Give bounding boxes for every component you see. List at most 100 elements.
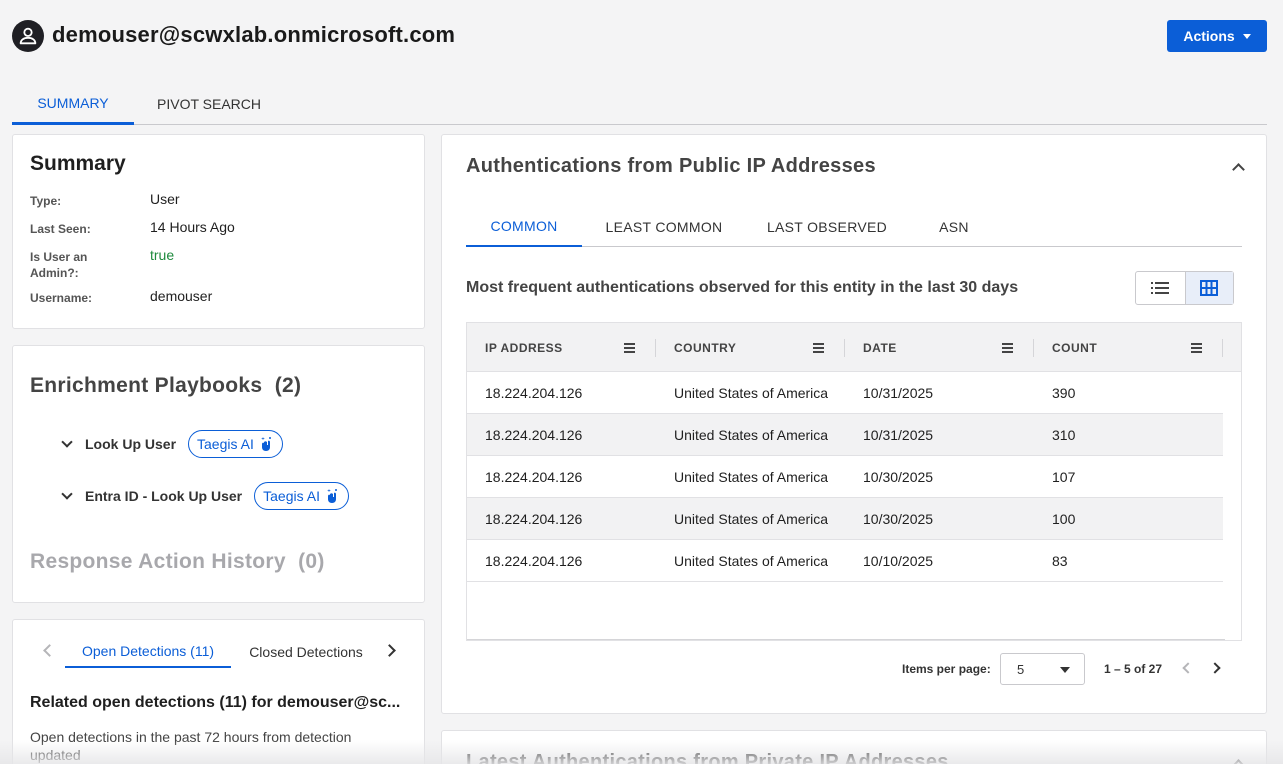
cell-date: 10/30/2025 <box>863 469 934 485</box>
actions-button[interactable]: Actions <box>1167 20 1267 52</box>
enrichment-count: (2) <box>274 374 302 397</box>
playbook-row[interactable]: Look Up User Taegis AI <box>61 430 283 458</box>
last-seen-label: Last Seen: <box>30 222 91 236</box>
caret-down-icon <box>1242 33 1251 39</box>
auth-tabs: COMMON LEAST COMMON LAST OBSERVED ASN <box>466 207 1242 247</box>
is-admin-value: true <box>150 247 175 263</box>
detections-description: Open detections in the past 72 hours fro… <box>30 729 352 763</box>
chevron-up-icon[interactable] <box>1232 163 1245 176</box>
tab-least-common[interactable]: LEAST COMMON <box>590 207 738 247</box>
taegis-ai-badge[interactable]: Taegis AI <box>254 482 349 510</box>
chevron-right-icon[interactable] <box>383 644 396 657</box>
summary-title: Summary <box>30 152 126 175</box>
column-menu-icon[interactable] <box>1191 343 1202 355</box>
public-auth-card: Authentications from Public IP Addresses… <box>441 134 1267 714</box>
cell-ip: 18.224.204.126 <box>485 553 583 569</box>
items-per-page-value: 5 <box>1017 661 1025 677</box>
tab-summary[interactable]: SUMMARY <box>12 84 134 125</box>
playbook-name: Entra ID - Look Up User <box>85 488 243 504</box>
cell-date: 10/31/2025 <box>863 385 934 401</box>
response-history-count: (0) <box>298 550 325 573</box>
summary-card: Summary Type: User Last Seen: 14 Hours A… <box>12 134 425 329</box>
auth-table: IP ADDRESS COUNTRY DATE COUNT 18.224.204… <box>466 322 1242 641</box>
taegis-ai-badge[interactable]: Taegis AI <box>188 430 283 458</box>
cell-date: 10/30/2025 <box>863 511 934 527</box>
type-value: User <box>150 191 180 207</box>
table-row[interactable]: 18.224.204.126 United States of America … <box>467 414 1223 456</box>
cell-country: United States of America <box>674 469 828 485</box>
tab-asn[interactable]: ASN <box>924 207 984 247</box>
tab-closed-detections[interactable]: Closed Detections <box>239 636 373 668</box>
cell-ip: 18.224.204.126 <box>485 511 583 527</box>
cell-ip: 18.224.204.126 <box>485 385 583 401</box>
username-value: demouser <box>150 288 213 304</box>
tab-common[interactable]: COMMON <box>466 207 582 247</box>
badge-label: Taegis AI <box>263 488 320 504</box>
column-separator[interactable] <box>1033 339 1034 357</box>
table-row[interactable]: 18.224.204.126 United States of America … <box>467 372 1223 414</box>
cell-count: 107 <box>1052 469 1076 485</box>
entity-title: demouser@scwxlab.onmicrosoft.com <box>52 22 456 47</box>
cell-country: United States of America <box>674 553 828 569</box>
ai-sparkle-icon <box>260 437 271 451</box>
cell-country: United States of America <box>674 427 828 443</box>
chevron-down-icon[interactable] <box>61 488 73 500</box>
cell-date: 10/10/2025 <box>863 553 934 569</box>
auth-description: Most frequent authentications observed f… <box>466 279 1019 296</box>
ai-sparkle-icon <box>326 489 337 503</box>
tab-pivot-search[interactable]: PIVOT SEARCH <box>142 84 276 124</box>
column-separator[interactable] <box>655 339 656 357</box>
column-header-count[interactable]: COUNT <box>1052 323 1097 372</box>
tab-open-detections[interactable]: Open Detections (11) <box>65 636 231 668</box>
last-seen-value: 14 Hours Ago <box>150 219 235 235</box>
column-header-country[interactable]: COUNTRY <box>674 323 736 372</box>
grid-view-icon[interactable] <box>1184 272 1233 304</box>
is-admin-label: Is User an Admin?: <box>30 250 88 280</box>
column-separator[interactable] <box>844 339 845 357</box>
cell-count: 390 <box>1052 385 1076 401</box>
user-icon <box>12 20 44 52</box>
enrichment-title-text: Enrichment Playbooks <box>30 374 263 397</box>
playbook-row[interactable]: Entra ID - Look Up User Taegis AI <box>61 482 349 510</box>
list-view-icon[interactable] <box>1136 272 1185 304</box>
detections-card: Open Detections (11) Closed Detections R… <box>12 619 425 764</box>
next-page-icon[interactable] <box>1209 662 1221 674</box>
tab-last-observed[interactable]: LAST OBSERVED <box>750 207 904 247</box>
entity-header: demouser@scwxlab.onmicrosoft.com Actions <box>0 0 1283 72</box>
cell-ip: 18.224.204.126 <box>485 427 583 443</box>
cell-count: 100 <box>1052 511 1076 527</box>
column-menu-icon[interactable] <box>1002 343 1013 355</box>
table-row[interactable]: 18.224.204.126 United States of America … <box>467 498 1223 540</box>
private-auth-card: Latest Authentications from Private IP A… <box>441 730 1267 764</box>
page-range: 1 – 5 of 27 <box>1104 662 1163 676</box>
detections-heading: Related open detections (11) for demouse… <box>30 694 401 711</box>
entity-tabs: SUMMARY PIVOT SEARCH <box>12 84 1267 125</box>
column-header-ip[interactable]: IP ADDRESS <box>485 323 563 372</box>
chevron-left-icon[interactable] <box>43 644 56 657</box>
response-history-title: Response Action History (0) <box>30 550 325 574</box>
items-per-page-label: Items per page: <box>902 662 991 676</box>
cell-count: 83 <box>1052 553 1068 569</box>
response-history-text: Response Action History <box>30 550 286 573</box>
column-menu-icon[interactable] <box>813 343 824 355</box>
table-footer-rule <box>467 639 1225 640</box>
table-row[interactable]: 18.224.204.126 United States of America … <box>467 540 1223 582</box>
items-per-page-select[interactable]: 5 <box>1000 653 1085 685</box>
enrichment-card: Enrichment Playbooks (2) Look Up User Ta… <box>12 345 425 603</box>
actions-button-label: Actions <box>1183 28 1235 44</box>
previous-page-icon[interactable] <box>1182 662 1194 674</box>
column-separator[interactable] <box>1222 339 1223 357</box>
enrichment-title: Enrichment Playbooks (2) <box>30 374 301 398</box>
type-label: Type: <box>30 194 62 208</box>
view-toggle <box>1135 271 1234 305</box>
chevron-up-icon[interactable] <box>1232 759 1245 764</box>
cell-count: 310 <box>1052 427 1076 443</box>
column-menu-icon[interactable] <box>624 343 635 355</box>
playbook-name: Look Up User <box>85 436 177 452</box>
cell-country: United States of America <box>674 385 828 401</box>
chevron-down-icon[interactable] <box>61 436 73 448</box>
cell-ip: 18.224.204.126 <box>485 469 583 485</box>
column-header-date[interactable]: DATE <box>863 323 897 372</box>
cell-date: 10/31/2025 <box>863 427 934 443</box>
table-row[interactable]: 18.224.204.126 United States of America … <box>467 456 1223 498</box>
